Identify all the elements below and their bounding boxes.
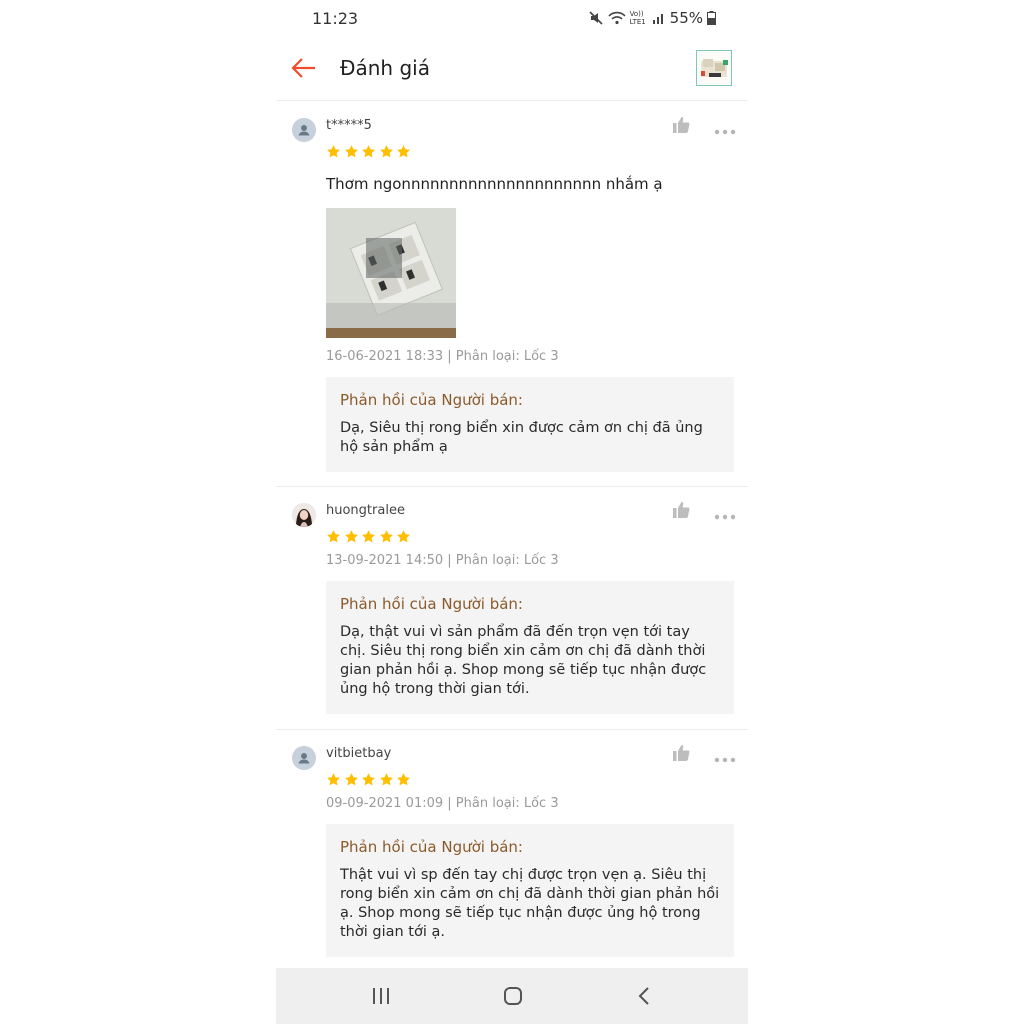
seller-reply-text: Dạ, thật vui vì sản phẩm đã đến trọn vẹn… <box>340 624 707 697</box>
status-bar: 11:23 Vo)) LTE1 55% <box>276 0 748 38</box>
battery-icon <box>707 11 716 25</box>
chevron-left-icon <box>638 987 649 1005</box>
star-icon <box>344 530 358 543</box>
recent-apps-button[interactable] <box>370 985 392 1007</box>
review-item: vitbietbay 09-09-2021 01:09 | Phân loại:… <box>276 730 748 968</box>
avatar <box>292 118 316 142</box>
star-icon <box>344 773 358 786</box>
seller-reply-title: Phản hồi của Người bán: <box>340 595 523 613</box>
home-icon <box>504 987 522 1005</box>
star-rating <box>326 144 411 159</box>
seller-reply-text: Thật vui vì sp đến tay chị được trọn vẹn… <box>340 867 720 940</box>
status-icons: Vo)) LTE1 55% <box>588 9 716 27</box>
recent-apps-icon <box>373 988 389 1004</box>
more-options-button[interactable] <box>714 748 736 763</box>
product-image <box>697 51 731 85</box>
star-icon <box>327 530 340 543</box>
review-meta: 09-09-2021 01:09 | Phân loại: Lốc 3 <box>326 796 559 811</box>
like-button[interactable] <box>672 744 690 762</box>
review-item: t*****5 Thơm ngonnnnnnnnnnnnnnnnnnnnn nh… <box>276 101 748 487</box>
like-button[interactable] <box>672 116 690 134</box>
volte-label: Vo)) LTE1 <box>629 10 646 26</box>
review-meta: 16-06-2021 18:33 | Phân loại: Lốc 3 <box>326 349 559 364</box>
system-nav-bar <box>276 968 748 1024</box>
battery-level: 55% <box>669 9 703 27</box>
review-item: huongtralee 13-09-2021 14:50 | Phân loại… <box>276 487 748 730</box>
nav-back-button[interactable] <box>634 985 656 1007</box>
review-username: t*****5 <box>326 118 372 133</box>
like-button[interactable] <box>672 501 690 519</box>
thumbs-up-icon <box>673 117 690 133</box>
avatar <box>292 746 316 770</box>
more-options-button[interactable] <box>714 120 736 135</box>
status-time: 11:23 <box>312 9 359 28</box>
seller-reply-text: Dạ, Siêu thị rong biển xin được cảm ơn c… <box>340 420 703 455</box>
more-horizontal-icon <box>714 514 736 520</box>
review-meta: 13-09-2021 14:50 | Phân loại: Lốc 3 <box>326 553 559 568</box>
seller-reply-title: Phản hồi của Người bán: <box>340 391 523 409</box>
page-title: Đánh giá <box>340 56 430 80</box>
star-icon <box>379 773 393 786</box>
product-thumbnail[interactable] <box>696 50 732 86</box>
review-photo[interactable] <box>326 208 456 338</box>
user-icon <box>292 746 316 770</box>
star-rating <box>326 529 411 544</box>
star-icon <box>379 145 393 158</box>
star-icon <box>362 530 375 543</box>
wifi-icon <box>608 11 626 25</box>
more-horizontal-icon <box>714 129 736 135</box>
thumbs-up-icon <box>673 745 690 761</box>
user-photo <box>292 503 316 527</box>
star-icon <box>397 530 410 543</box>
review-username: huongtralee <box>326 503 405 518</box>
arrow-left-icon <box>291 58 315 78</box>
back-button[interactable] <box>288 52 320 84</box>
seller-reply-title: Phản hồi của Người bán: <box>340 838 523 856</box>
user-icon <box>292 118 316 142</box>
app-header: Đánh giá <box>276 38 748 101</box>
star-icon <box>397 773 410 786</box>
star-icon <box>327 145 340 158</box>
seller-reply: Phản hồi của Người bán: Dạ, thật vui vì … <box>326 581 734 714</box>
star-icon <box>362 773 375 786</box>
signal-icon <box>652 14 663 24</box>
more-options-button[interactable] <box>714 505 736 520</box>
star-icon <box>379 530 393 543</box>
more-horizontal-icon <box>714 757 736 763</box>
star-icon <box>362 145 375 158</box>
seller-reply: Phản hồi của Người bán: Thật vui vì sp đ… <box>326 824 734 957</box>
phone-screen: 11:23 Vo)) LTE1 55% Đánh giá t*****5 Thơ… <box>276 0 748 1024</box>
thumbs-up-icon <box>673 502 690 518</box>
mute-icon <box>589 11 603 25</box>
seller-reply: Phản hồi của Người bán: Dạ, Siêu thị ron… <box>326 377 734 472</box>
star-icon <box>397 145 410 158</box>
review-username: vitbietbay <box>326 746 392 761</box>
star-icon <box>344 145 358 158</box>
avatar <box>292 503 316 527</box>
review-photo-image <box>326 208 456 338</box>
review-text: Thơm ngonnnnnnnnnnnnnnnnnnnnn nhắm ạ <box>326 175 663 193</box>
star-icon <box>327 773 340 786</box>
star-rating <box>326 772 411 787</box>
home-button[interactable] <box>502 985 524 1007</box>
